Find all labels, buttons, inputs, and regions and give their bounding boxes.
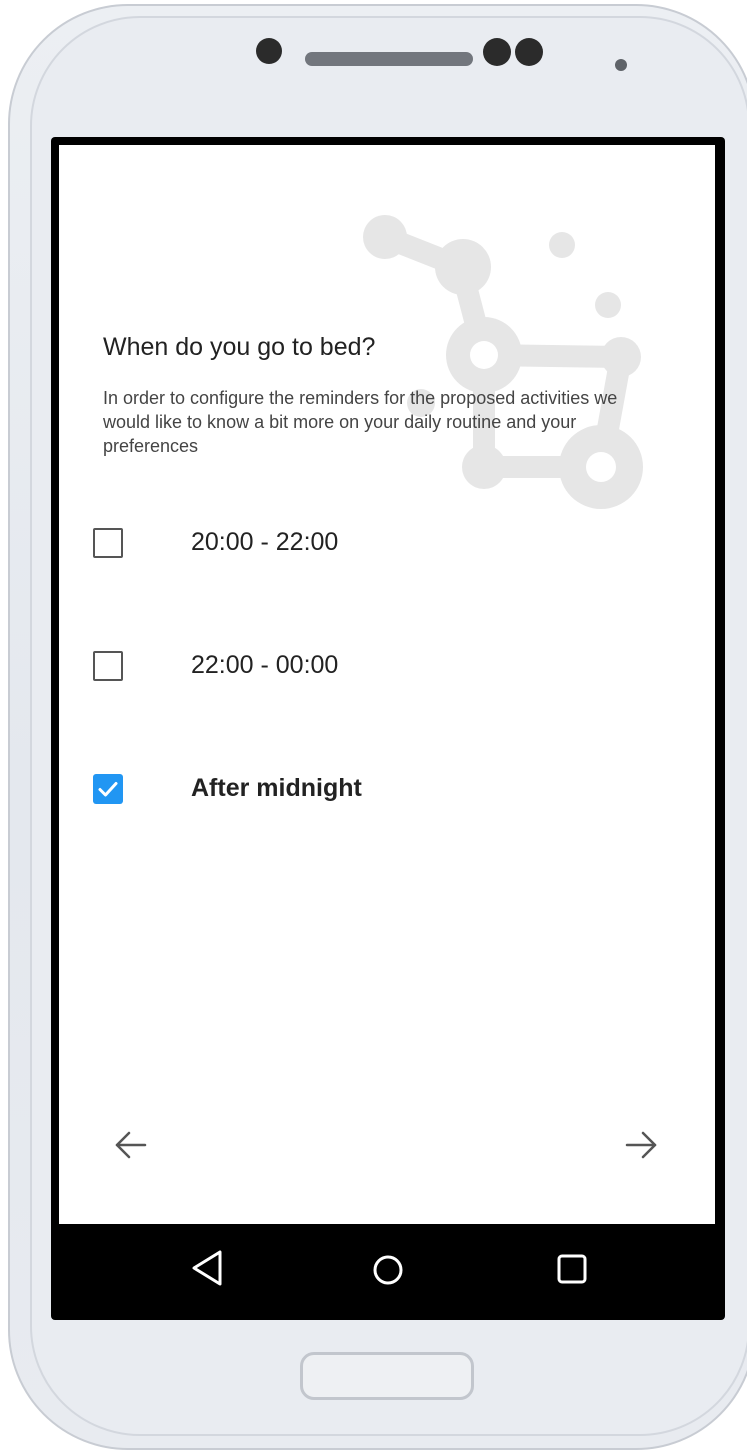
circle-home-icon [373, 1255, 403, 1285]
square-recents-icon [557, 1254, 587, 1284]
option-label: 22:00 - 00:00 [191, 651, 339, 679]
back-arrow-button[interactable] [111, 1125, 151, 1165]
system-back-button[interactable] [188, 1246, 228, 1290]
checkmark-icon [98, 782, 118, 797]
front-camera [256, 38, 282, 64]
sensor-dot-1 [483, 38, 511, 66]
page-title: When do you go to bed? [103, 333, 376, 361]
page-description: In order to configure the reminders for … [103, 388, 618, 456]
option-label: 20:00 - 22:00 [191, 528, 339, 556]
next-arrow-button[interactable] [621, 1125, 661, 1165]
checkbox-checked[interactable] [93, 774, 123, 804]
arrow-left-icon [115, 1131, 147, 1159]
checkbox-unchecked[interactable] [93, 528, 123, 558]
earpiece-speaker [305, 52, 473, 66]
arrow-right-icon [625, 1131, 657, 1159]
option-22-00[interactable]: 22:00 - 00:00 [93, 636, 673, 696]
sensor-dot-2 [515, 38, 543, 66]
hardware-home-button[interactable] [300, 1352, 474, 1400]
system-recents-button[interactable] [552, 1246, 592, 1290]
proximity-sensor [615, 59, 627, 71]
system-home-button[interactable] [368, 1246, 408, 1290]
triangle-back-icon [192, 1250, 222, 1286]
option-after-midnight[interactable]: After midnight [93, 759, 673, 819]
option-20-22[interactable]: 20:00 - 22:00 [93, 513, 673, 573]
checkbox-unchecked[interactable] [93, 651, 123, 681]
option-label: After midnight [191, 774, 362, 802]
app-screen: When do you go to bed? In order to confi… [59, 145, 715, 1224]
